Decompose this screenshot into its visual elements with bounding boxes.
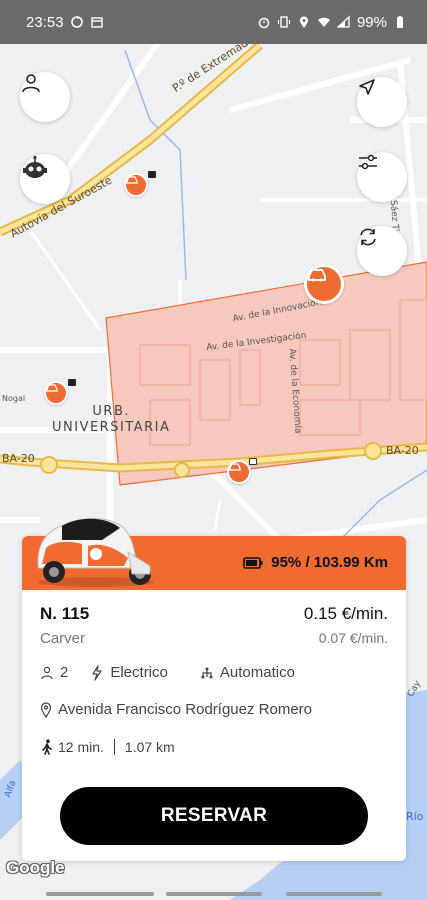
car-icon: [229, 463, 241, 471]
lightning-icon: [92, 664, 102, 681]
vehicle-card[interactable]: 95% / 103.99 Km N. 115 Carver 0.15 €/min…: [22, 518, 406, 861]
assistant-bot-button[interactable]: [20, 154, 70, 204]
vibrate-icon: [277, 16, 291, 28]
refresh-button[interactable]: [357, 226, 407, 276]
gearbox-icon: [201, 667, 213, 678]
location-icon: [299, 16, 308, 28]
pin-badge: [249, 458, 257, 465]
battery-level-icon: [243, 556, 263, 569]
car-icon: [46, 384, 58, 392]
battery-range-text: 95% / 103.99 Km: [271, 554, 388, 571]
vehicle-features: 2 Electrico Automatico: [40, 664, 295, 681]
pin-badge: [68, 379, 76, 386]
vehicle-marker[interactable]: [124, 171, 156, 197]
robot-icon: [23, 155, 47, 178]
feature-seats: 2: [40, 664, 68, 681]
feature-transmission: Automatico: [200, 664, 295, 681]
calendar-icon: [90, 17, 103, 28]
person-icon: [41, 666, 53, 679]
price-secondary: 0.07 €/min.: [318, 630, 388, 646]
navigate-button[interactable]: [357, 77, 407, 127]
address-text: Avenida Francisco Rodríguez Romero: [58, 701, 313, 718]
district-label: URB. UNIVERSITARIA: [52, 404, 171, 435]
side-label-rio: Río: [406, 810, 424, 823]
sliders-icon: [359, 154, 377, 170]
nav-bar-segment: [46, 892, 154, 896]
battery-percent: 99%: [356, 13, 387, 31]
refresh-icon: [360, 228, 376, 246]
battery-icon: [397, 16, 403, 28]
vehicle-marker[interactable]: [227, 458, 257, 484]
walking-distance: 12 min. 1.07 km: [40, 739, 175, 755]
walking-person-icon: [42, 739, 52, 755]
sync-icon: [70, 16, 83, 28]
reserve-button[interactable]: RESERVAR: [60, 787, 368, 845]
car-icon: [126, 176, 138, 184]
vehicle-marker[interactable]: [44, 379, 76, 405]
street-label-nogal: Nogal: [2, 394, 26, 403]
location-pin-icon: [40, 701, 52, 718]
filters-button[interactable]: [357, 152, 407, 202]
user-icon: [22, 74, 40, 93]
status-left: 23:53: [26, 14, 104, 31]
car-icon: [308, 269, 326, 282]
alarm-icon: [258, 17, 270, 29]
wifi-icon: [317, 17, 330, 27]
feature-fuel: Electrico: [90, 664, 168, 681]
price-per-minute: 0.15 €/min.: [303, 604, 388, 623]
pin-badge: [148, 171, 156, 178]
navigation-arrow-icon: [359, 79, 375, 95]
nav-bar-segment: [286, 892, 382, 896]
separator: [113, 739, 115, 755]
google-attribution: Google: [6, 858, 65, 877]
status-bar: 23:53 99%: [0, 0, 427, 44]
profile-button[interactable]: [20, 72, 70, 122]
walk-distance: 1.07 km: [124, 739, 175, 755]
selected-vehicle-marker[interactable]: [304, 264, 344, 304]
seats-value: 2: [60, 664, 69, 681]
transmission-value: Automatico: [219, 664, 295, 681]
vehicle-model: Carver: [40, 630, 86, 647]
vehicle-name: N. 115: [40, 604, 90, 623]
signal-icon: [336, 15, 350, 28]
road-label-ba20-right: BA-20: [386, 444, 419, 457]
battery-range: 95% / 103.99 Km: [243, 554, 388, 571]
vehicle-address: Avenida Francisco Rodríguez Romero: [40, 701, 312, 718]
fuel-value: Electrico: [110, 664, 168, 681]
walk-time: 12 min.: [58, 739, 104, 755]
road-label-ba20-left: BA-20: [2, 452, 35, 465]
nav-bar-segment: [166, 892, 262, 896]
vehicle-image: [37, 518, 154, 587]
status-right: 99%: [257, 14, 407, 31]
status-time: 23:53: [26, 13, 64, 31]
